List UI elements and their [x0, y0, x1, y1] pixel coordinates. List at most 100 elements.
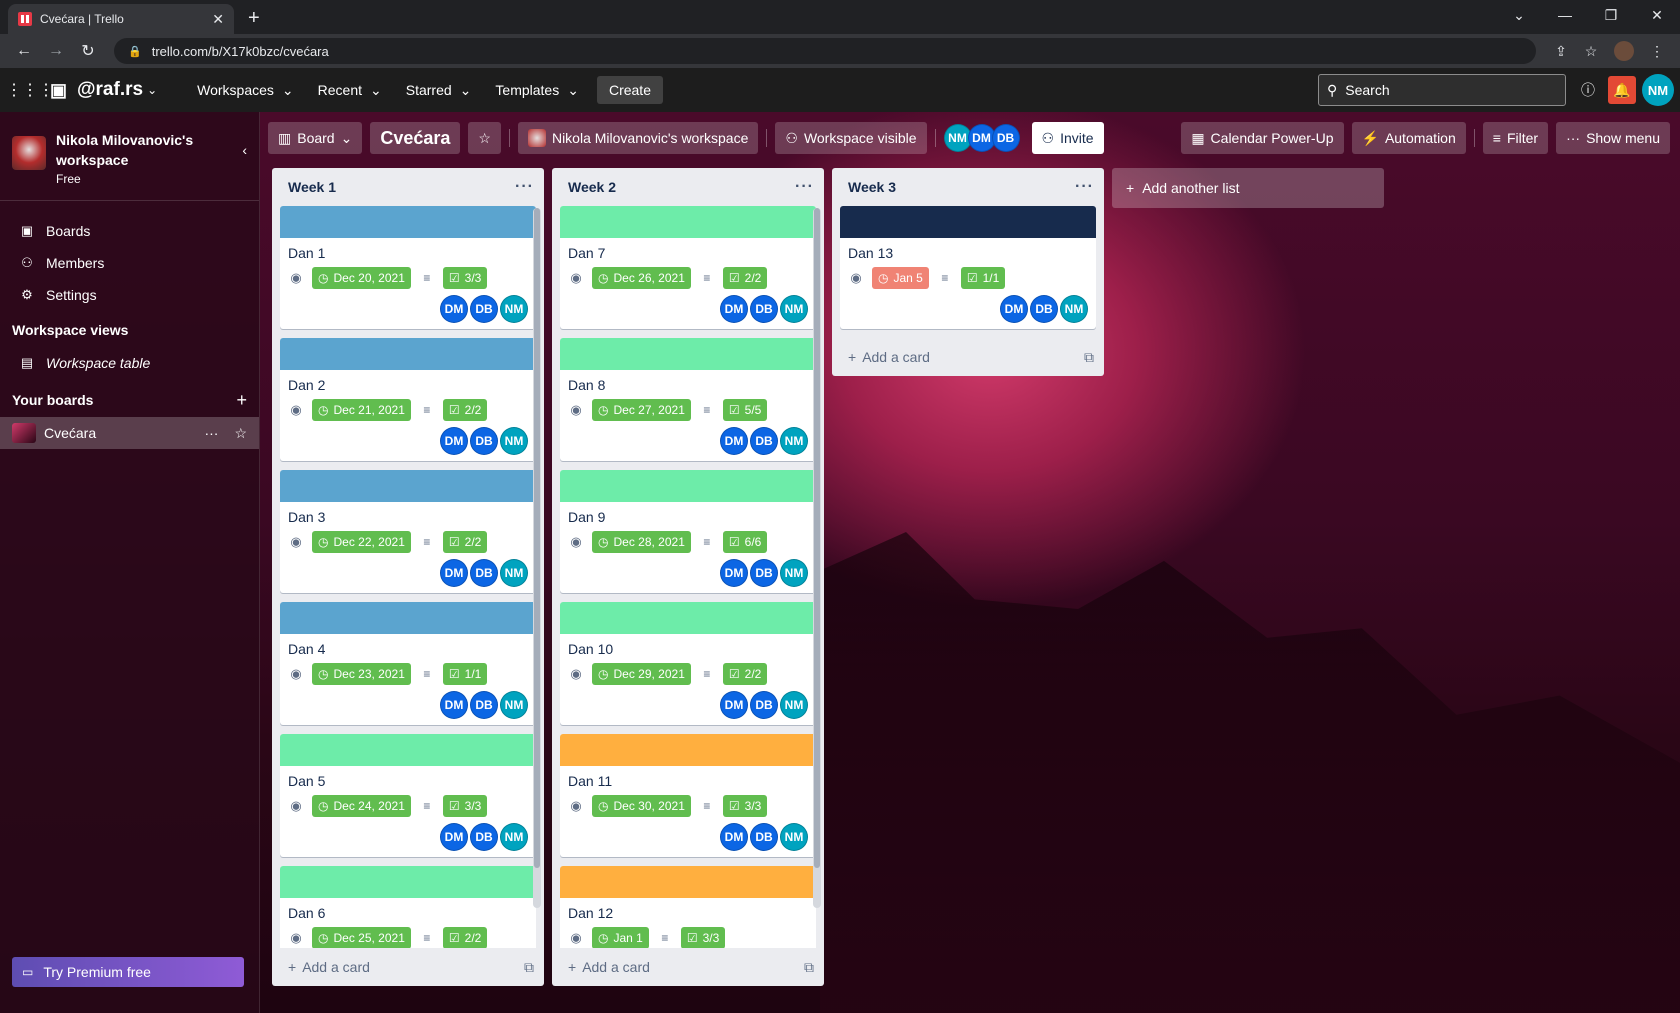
due-date-badge[interactable]: ◷ Dec 23, 2021	[312, 663, 411, 685]
card-template-icon[interactable]: ⧉	[804, 959, 814, 976]
due-date-badge[interactable]: ◷ Dec 28, 2021	[592, 531, 691, 553]
member-avatar[interactable]: DM	[720, 691, 748, 719]
list-scrollbar[interactable]	[813, 208, 821, 908]
close-window-icon[interactable]: ✕	[1634, 7, 1680, 24]
trello-logo-icon[interactable]: ▣	[50, 80, 67, 101]
member-avatar[interactable]: NM	[500, 559, 528, 587]
menu-templates[interactable]: Templates ⌄	[483, 82, 591, 99]
card[interactable]: Dan 3 ◉ ◷ Dec 22, 2021 ≡ ☑ 2/2 DM DB NM	[280, 470, 536, 593]
member-avatar[interactable]: NM	[780, 691, 808, 719]
sidebar-item-boards[interactable]: ▣ Boards	[0, 215, 259, 247]
share-icon[interactable]: ⇪	[1546, 43, 1576, 60]
member-avatar[interactable]: NM	[780, 295, 808, 323]
member-avatar[interactable]: DM	[440, 691, 468, 719]
card[interactable]: Dan 6 ◉ ◷ Dec 25, 2021 ≡ ☑ 2/2	[280, 866, 536, 948]
menu-workspaces[interactable]: Workspaces ⌄	[185, 82, 306, 99]
chevron-down-icon[interactable]: ⌄	[147, 83, 157, 97]
member-avatar[interactable]: DM	[1000, 295, 1028, 323]
member-avatar[interactable]: NM	[500, 691, 528, 719]
lock-icon[interactable]: 🔒	[128, 45, 142, 58]
list-title[interactable]: Week 3	[848, 179, 896, 195]
card[interactable]: Dan 1 ◉ ◷ Dec 20, 2021 ≡ ☑ 3/3 DM DB NM	[280, 206, 536, 329]
due-date-badge[interactable]: ◷ Jan 5	[872, 267, 929, 289]
member-avatar[interactable]: DM	[720, 823, 748, 851]
board-title[interactable]: Cvećara	[370, 122, 461, 154]
menu-recent[interactable]: Recent ⌄	[306, 82, 394, 99]
sidebar-item-settings[interactable]: ⚙ Settings	[0, 279, 259, 311]
member-avatar[interactable]: DM	[440, 823, 468, 851]
card-template-icon[interactable]: ⧉	[524, 959, 534, 976]
card[interactable]: Dan 4 ◉ ◷ Dec 23, 2021 ≡ ☑ 1/1 DM DB NM	[280, 602, 536, 725]
member-avatar[interactable]: DB	[991, 124, 1020, 152]
info-icon[interactable]: ⓘ	[1572, 80, 1604, 100]
sidebar-item-members[interactable]: ⚇ Members	[0, 247, 259, 279]
due-date-badge[interactable]: ◷ Dec 27, 2021	[592, 399, 691, 421]
member-avatar[interactable]: DB	[470, 427, 498, 455]
due-date-badge[interactable]: ◷ Dec 29, 2021	[592, 663, 691, 685]
due-date-badge[interactable]: ◷ Dec 25, 2021	[312, 927, 411, 948]
member-avatar[interactable]: DB	[750, 427, 778, 455]
member-avatar[interactable]: DB	[750, 823, 778, 851]
due-date-badge[interactable]: ◷ Dec 21, 2021	[312, 399, 411, 421]
card-template-icon[interactable]: ⧉	[1084, 349, 1094, 366]
card[interactable]: Dan 8 ◉ ◷ Dec 27, 2021 ≡ ☑ 5/5 DM DB NM	[560, 338, 816, 461]
notification-bell-icon[interactable]: 🔔	[1608, 76, 1636, 104]
member-avatar[interactable]: DB	[750, 691, 778, 719]
member-avatar[interactable]: NM	[500, 427, 528, 455]
board-more-icon[interactable]: ···	[204, 425, 218, 441]
minimize-icon[interactable]: —	[1542, 7, 1588, 23]
calendar-powerup-button[interactable]: ▦ Calendar Power-Up	[1181, 122, 1344, 154]
collapse-sidebar-icon[interactable]: ‹	[242, 142, 247, 158]
reload-icon[interactable]: ↻	[72, 41, 104, 61]
star-board-button[interactable]: ☆	[468, 122, 501, 154]
member-avatar[interactable]: DB	[470, 559, 498, 587]
add-card-button[interactable]: + Add a card	[568, 959, 650, 975]
workspace-button[interactable]: Nikola Milovanovic's workspace	[517, 122, 759, 154]
member-avatar[interactable]: DM	[720, 427, 748, 455]
card[interactable]: Dan 9 ◉ ◷ Dec 28, 2021 ≡ ☑ 6/6 DM DB NM	[560, 470, 816, 593]
browser-menu-icon[interactable]: ⋮	[1642, 43, 1672, 60]
list-scrollbar[interactable]	[533, 208, 541, 908]
member-avatar[interactable]: DM	[440, 427, 468, 455]
board-view-switcher[interactable]: ▥ Board ⌄	[268, 122, 363, 154]
member-avatar[interactable]: DB	[750, 559, 778, 587]
try-premium-button[interactable]: ▭ Try Premium free	[12, 957, 244, 987]
member-avatar[interactable]: NM	[500, 295, 528, 323]
sidebar-board-cvecara[interactable]: Cvećara ··· ☆	[0, 417, 259, 449]
browser-tab[interactable]: Cvećara | Trello ✕	[8, 4, 234, 34]
add-board-icon[interactable]: +	[236, 390, 247, 411]
new-tab-icon[interactable]: +	[248, 7, 260, 30]
list-title[interactable]: Week 2	[568, 179, 616, 195]
member-avatar[interactable]: DB	[750, 295, 778, 323]
list-menu-icon[interactable]: ···	[515, 178, 534, 196]
app-switcher-icon[interactable]: ⋮⋮⋮	[6, 80, 54, 100]
add-card-button[interactable]: + Add a card	[288, 959, 370, 975]
user-avatar[interactable]: NM	[1642, 74, 1674, 106]
url-field[interactable]: 🔒 trello.com/b/X17k0bzc/cvećara	[114, 38, 1536, 64]
member-avatar[interactable]: NM	[780, 427, 808, 455]
filter-button[interactable]: ≡ Filter	[1482, 122, 1549, 154]
card[interactable]: Dan 12 ◉ ◷ Jan 1 ≡ ☑ 3/3	[560, 866, 816, 948]
due-date-badge[interactable]: ◷ Dec 30, 2021	[592, 795, 691, 817]
show-menu-button[interactable]: ··· Show menu	[1556, 122, 1670, 154]
create-button[interactable]: Create	[596, 76, 663, 104]
list-menu-icon[interactable]: ···	[1075, 178, 1094, 196]
automation-button[interactable]: ⚡ Automation	[1351, 122, 1466, 154]
search-input[interactable]: ⚲ Search	[1318, 74, 1566, 106]
due-date-badge[interactable]: ◷ Dec 20, 2021	[312, 267, 411, 289]
member-avatar[interactable]: DM	[440, 559, 468, 587]
list-title[interactable]: Week 1	[288, 179, 336, 195]
card[interactable]: Dan 5 ◉ ◷ Dec 24, 2021 ≡ ☑ 3/3 DM DB NM	[280, 734, 536, 857]
list-menu-icon[interactable]: ···	[795, 178, 814, 196]
invite-button[interactable]: ⚇ Invite	[1031, 122, 1104, 154]
due-date-badge[interactable]: ◷ Dec 24, 2021	[312, 795, 411, 817]
sidebar-item-workspace-table[interactable]: ▤ Workspace table	[0, 347, 259, 379]
member-avatar[interactable]: NM	[1060, 295, 1088, 323]
member-avatar[interactable]: NM	[780, 559, 808, 587]
due-date-badge[interactable]: ◷ Jan 1	[592, 927, 649, 948]
due-date-badge[interactable]: ◷ Dec 26, 2021	[592, 267, 691, 289]
member-avatar[interactable]: DB	[470, 691, 498, 719]
card[interactable]: Dan 13 ◉ ◷ Jan 5 ≡ ☑ 1/1 DM DB NM	[840, 206, 1096, 329]
close-tab-icon[interactable]: ✕	[212, 11, 224, 28]
member-avatar[interactable]: DB	[470, 295, 498, 323]
